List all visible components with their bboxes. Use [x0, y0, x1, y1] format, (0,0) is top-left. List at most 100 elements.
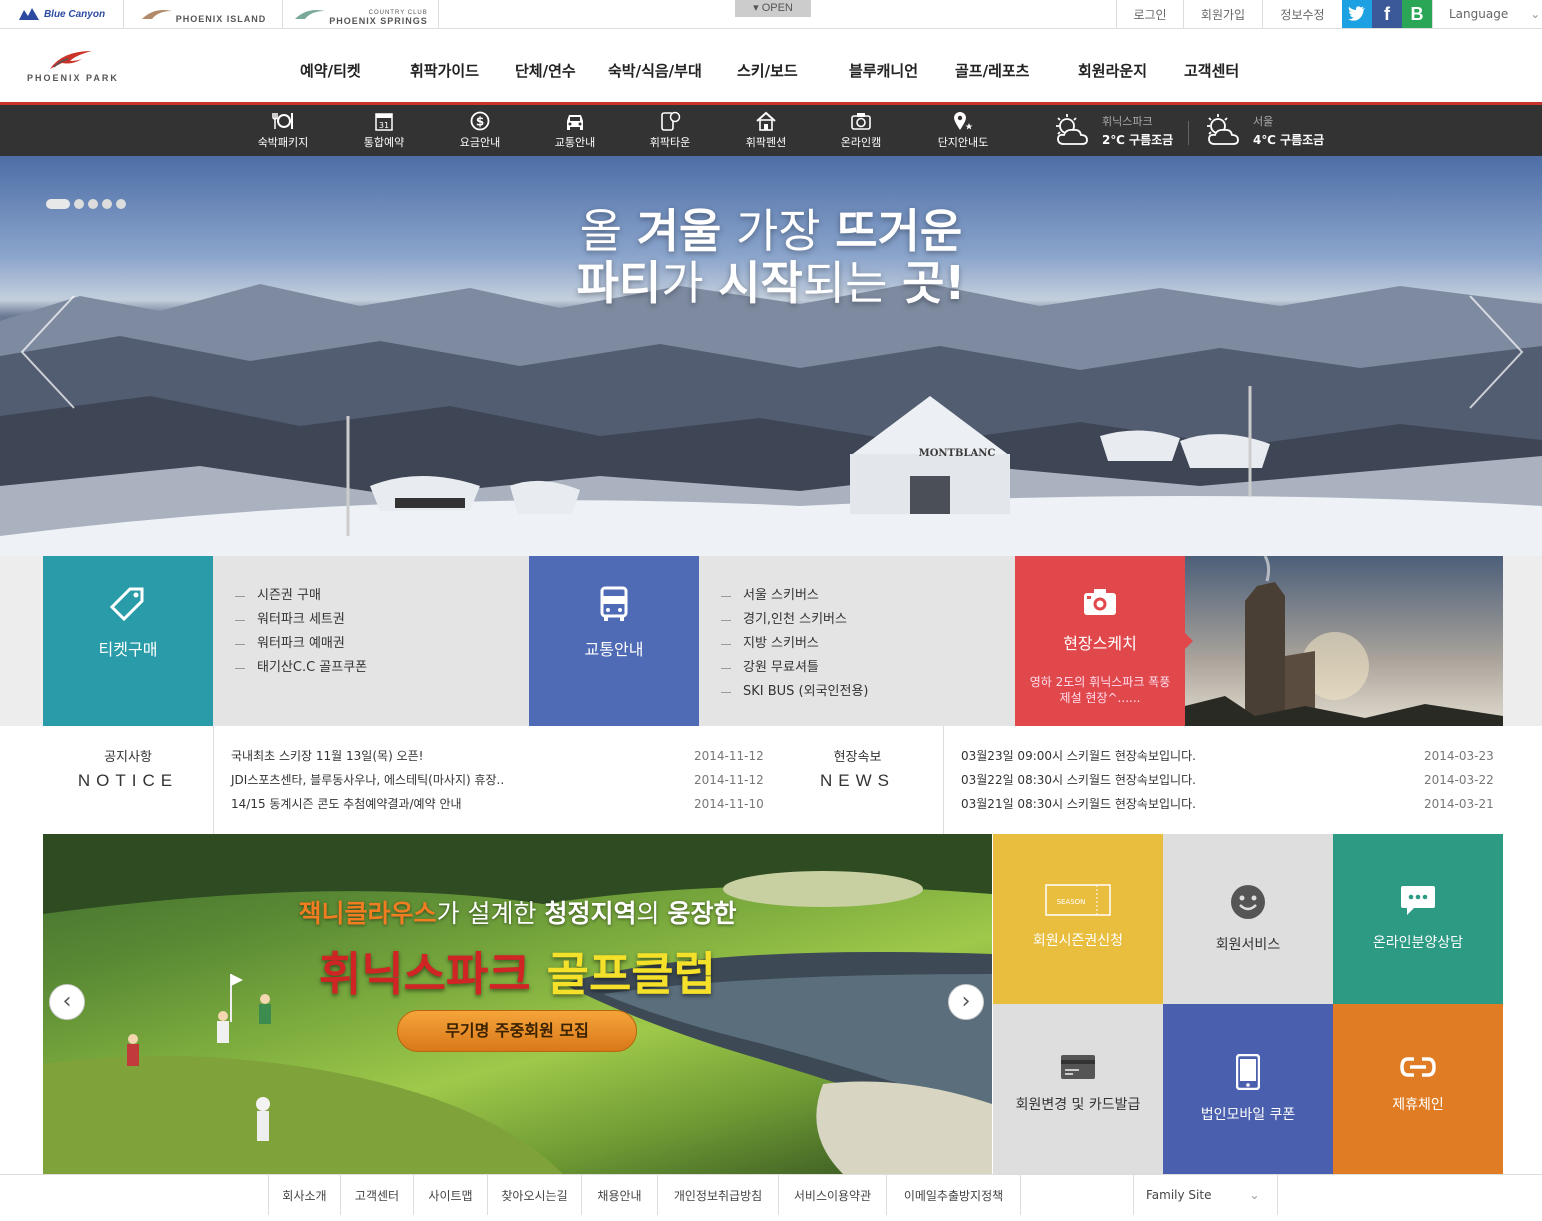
- site-link-blue-canyon[interactable]: Blue Canyon: [0, 0, 124, 28]
- open-toggle-button[interactable]: ▾ OPEN: [735, 0, 811, 17]
- traffic-link[interactable]: 서울 스키버스: [721, 584, 1015, 608]
- quick-pension[interactable]: 휘팍펜션: [721, 105, 811, 156]
- footer-link-directions[interactable]: 찾아오시는길: [487, 1175, 581, 1215]
- board-section: 공지사항 NOTICE 국내최초 스키장 11월 13일(목) 오픈! 2014…: [0, 726, 1542, 834]
- golf-text-highlight: 잭니클라우스: [298, 899, 437, 928]
- site-link-phoenix-springs[interactable]: COUNTRY CLUB PHOENIX SPRINGS: [283, 0, 439, 28]
- chevron-down-icon: ⌄: [1530, 7, 1541, 21]
- edit-info-link[interactable]: 정보수정: [1262, 0, 1342, 28]
- quick-town[interactable]: 휘팍타운: [625, 105, 715, 156]
- news-row-title[interactable]: 03월22일 08:30시 스키월드 현장속보입니다.: [961, 768, 1196, 792]
- ticket-link-list: 시즌권 구매 워터파크 세트권 워터파크 예매권 태기산C.C 골프쿠폰: [213, 556, 529, 726]
- quick-map[interactable]: 단지안내도: [918, 105, 1008, 156]
- nav-reservation[interactable]: 예약/티켓: [300, 60, 361, 81]
- hero-slider: MONTBLANC 올 겨울 가장 뜨거운 파티가 시작되는 곳!: [0, 156, 1542, 556]
- grid-label: 회원시즌권신청: [1032, 933, 1124, 949]
- grid-season-apply[interactable]: SEASON 회원시즌권신청: [993, 834, 1163, 1004]
- facebook-icon[interactable]: f: [1372, 0, 1402, 28]
- quick-fees[interactable]: $ 요금안내: [435, 105, 525, 156]
- footer: 회사소개 고객센터 사이트맵 찾아오시는길 채용안내 개인정보취급방침 서비스이…: [0, 1174, 1542, 1221]
- nav-customer-center[interactable]: 고객센터: [1184, 60, 1239, 81]
- chevron-down-icon: ⌄: [1249, 1188, 1260, 1202]
- ticket-tile[interactable]: 티켓구매: [43, 556, 221, 726]
- ticket-link[interactable]: 시즌권 구매: [235, 584, 529, 608]
- quick-online-cam[interactable]: 온라인캠: [816, 105, 906, 156]
- sketch-photo[interactable]: [1185, 556, 1503, 726]
- nav-group[interactable]: 단체/연수: [515, 60, 576, 81]
- notice-title[interactable]: 공지사항 NOTICE: [43, 746, 213, 791]
- slider-prev-arrow-icon[interactable]: [18, 294, 78, 410]
- footer-link-customer[interactable]: 고객센터: [340, 1175, 413, 1215]
- nav-ski[interactable]: 스키/보드: [737, 60, 798, 81]
- footer-link-privacy[interactable]: 개인정보취급방침: [657, 1175, 778, 1215]
- ticket-link[interactable]: 태기산C.C 골프쿠폰: [235, 656, 529, 680]
- language-select[interactable]: Language ⌄: [1432, 0, 1542, 28]
- notice-row-title[interactable]: JDI스포츠센타, 블루동사우나, 에스테틱(마사지) 휴장..: [231, 768, 504, 792]
- login-link[interactable]: 로그인: [1116, 0, 1183, 28]
- golf-text: 의: [636, 899, 668, 928]
- nav-guide[interactable]: 휘팍가이드: [410, 60, 479, 81]
- golf-prev-arrow-icon[interactable]: ‹: [49, 984, 85, 1020]
- twitter-icon[interactable]: [1342, 0, 1372, 28]
- news-title-en: NEWS: [820, 771, 895, 790]
- slider-next-arrow-icon[interactable]: [1466, 294, 1526, 410]
- footer-link-terms[interactable]: 서비스이용약관: [778, 1175, 886, 1215]
- footer-link-sitemap[interactable]: 사이트맵: [413, 1175, 487, 1215]
- footer-link-careers[interactable]: 채용안내: [581, 1175, 657, 1215]
- tile-label: 현장스케치: [1063, 634, 1137, 653]
- quick-package[interactable]: 숙박패키지: [238, 105, 328, 156]
- grid-partner-chain[interactable]: 제휴체인: [1333, 1004, 1503, 1174]
- traffic-link[interactable]: 강원 무료셔틀: [721, 656, 1015, 680]
- ticket-link[interactable]: 워터파크 예매권: [235, 632, 529, 656]
- site-label: PHOENIX ISLAND: [175, 14, 267, 24]
- nav-lodging[interactable]: 숙박/식음/부대: [608, 60, 702, 81]
- site-link-phoenix-island[interactable]: PHOENIX ISLAND: [124, 0, 283, 28]
- traffic-tile[interactable]: 교통안내: [529, 556, 707, 726]
- phoenix-park-logo-icon[interactable]: [48, 49, 94, 71]
- sketch-tile[interactable]: 현장스케치 영하 2도의 휘닉스파크 폭풍제설 현장^......: [1015, 556, 1193, 726]
- nav-bluecanyon[interactable]: 블루캐니언: [849, 60, 918, 81]
- quick-label: 온라인캠: [840, 136, 882, 149]
- tag-icon: [110, 587, 144, 622]
- news-row-date: 2014-03-23: [1424, 749, 1494, 763]
- notice-row-title[interactable]: 14/15 동계시즌 콘도 추첨예약결과/예약 안내: [231, 792, 462, 816]
- news-row-title[interactable]: 03월23일 09:00시 스키월드 현장속보입니다.: [961, 744, 1196, 768]
- golf-banner[interactable]: 잭니클라우스가 설계한 청정지역의 웅장한 휘닉스파크 골프클럽 무기명 주중회…: [43, 834, 992, 1174]
- news-title[interactable]: 현장속보 NEWS: [790, 746, 925, 791]
- weather-location: 휘닉스파크: [1102, 115, 1153, 128]
- notice-title-ko: 공지사항: [104, 750, 152, 765]
- news-row-title[interactable]: 03월21일 08:30시 스키월드 현장속보입니다.: [961, 792, 1196, 816]
- nav-member-lounge[interactable]: 회원라운지: [1078, 60, 1147, 81]
- grid-online-consult[interactable]: 온라인분양상담: [1333, 834, 1503, 1004]
- footer-link-email-policy[interactable]: 이메일추출방지정책: [886, 1175, 1021, 1215]
- family-site-select[interactable]: Family Site ⌄: [1133, 1175, 1278, 1215]
- traffic-link[interactable]: SKI BUS (외국인전용): [721, 680, 1015, 704]
- golf-next-arrow-icon[interactable]: ›: [948, 984, 984, 1020]
- nav-golf[interactable]: 골프/레포츠: [955, 60, 1029, 81]
- notice-row-date: 2014-11-12: [694, 749, 764, 763]
- traffic-link[interactable]: 지방 스키버스: [721, 632, 1015, 656]
- golf-headline-line1: 잭니클라우스가 설계한 청정지역의 웅장한: [43, 894, 992, 930]
- golf-recruit-button[interactable]: 무기명 주중회원 모집: [397, 1010, 637, 1052]
- hero-text-bold: 뜨거운: [835, 204, 963, 258]
- notice-row-title[interactable]: 국내최초 스키장 11월 13일(목) 오픈!: [231, 744, 423, 768]
- join-link[interactable]: 회원가입: [1183, 0, 1262, 28]
- quick-integrated-reservation[interactable]: 31 통합예약: [339, 105, 429, 156]
- caret-down-icon: ▾: [753, 2, 759, 14]
- hero-text: 올: [579, 204, 637, 258]
- hero-headline-line2: 파티가 시작되는 곳!: [0, 254, 1542, 312]
- quick-traffic[interactable]: 교통안내: [530, 105, 620, 156]
- grid-mobile-coupon[interactable]: 법인모바일 쿠폰: [1163, 1004, 1333, 1174]
- grid-card-issue[interactable]: 회원변경 및 카드발급: [993, 1004, 1163, 1174]
- ticket-link[interactable]: 워터파크 세트권: [235, 608, 529, 632]
- hero-text-bold: 곳!: [902, 256, 966, 310]
- car-icon: [567, 115, 583, 130]
- footer-link-company[interactable]: 회사소개: [268, 1175, 340, 1215]
- quick-label: 휘팍타운: [649, 136, 691, 149]
- golf-text: 웅장한: [667, 899, 737, 928]
- hero-text: 가: [661, 256, 719, 310]
- traffic-link[interactable]: 경기,인천 스키버스: [721, 608, 1015, 632]
- grid-member-service[interactable]: 회원서비스: [1163, 834, 1333, 1004]
- grid-label: 회원서비스: [1215, 937, 1281, 953]
- blog-icon[interactable]: B: [1402, 0, 1432, 28]
